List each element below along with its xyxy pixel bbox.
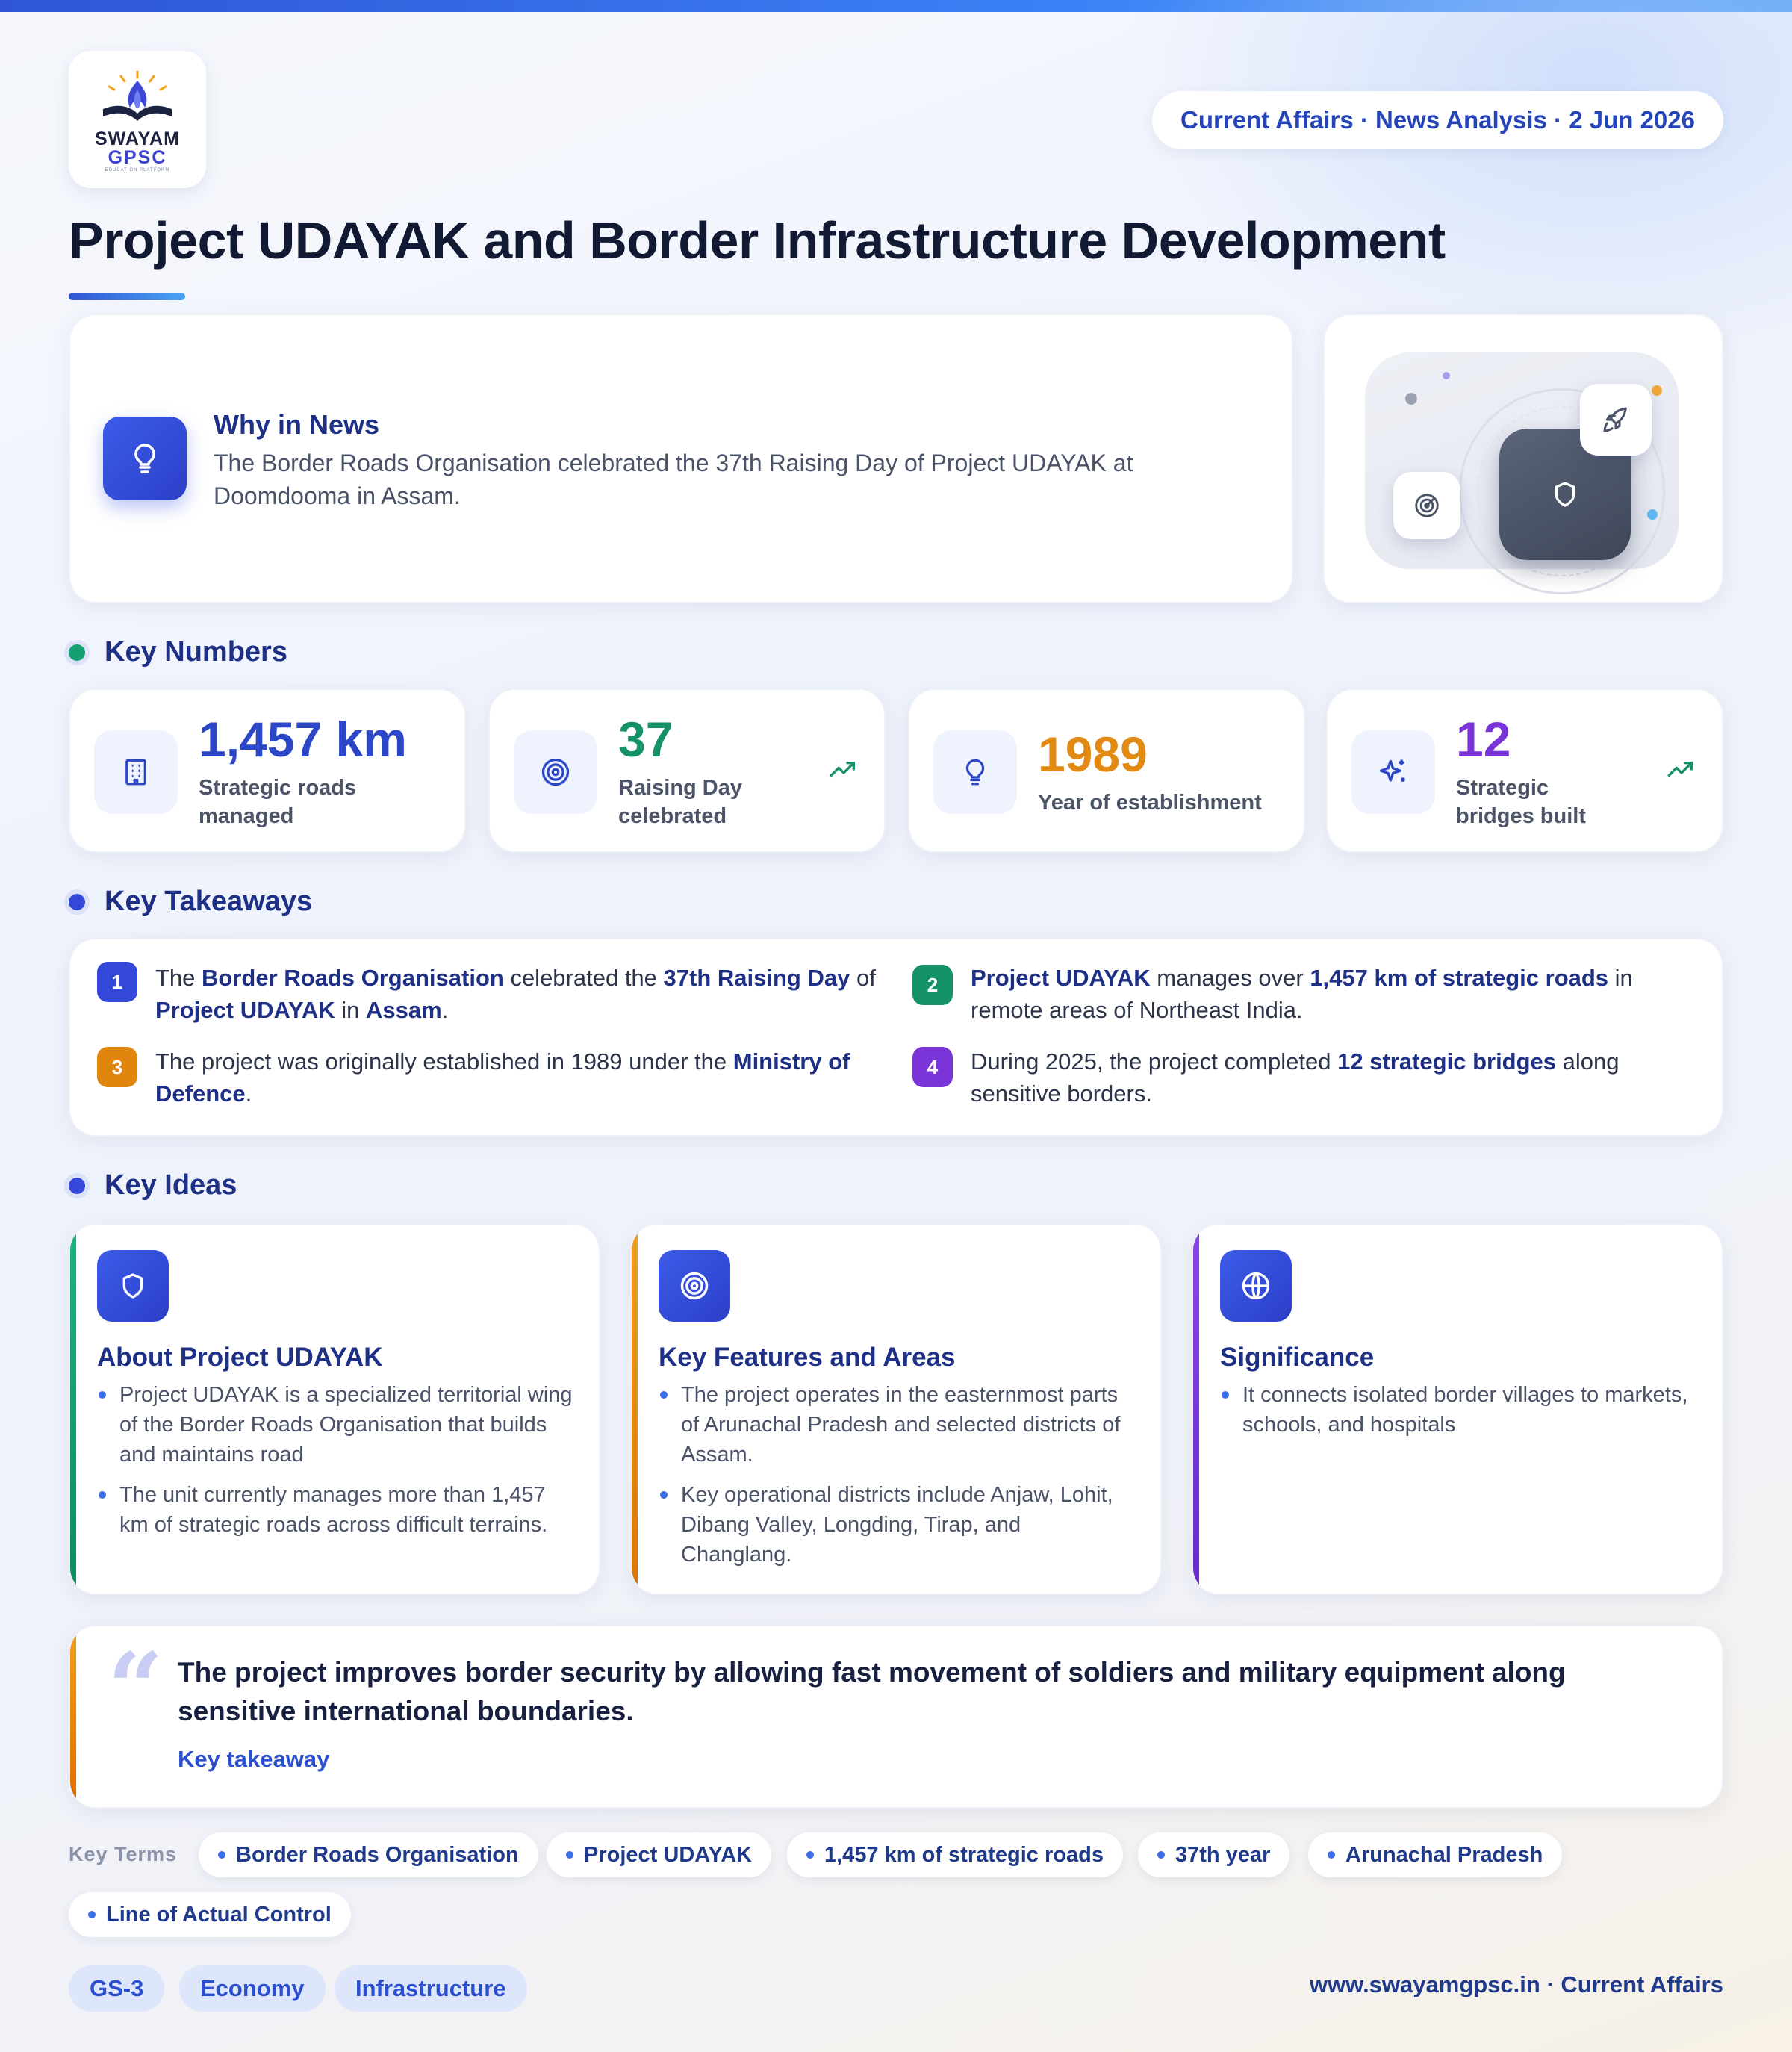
why-in-news-text: The Border Roads Organisation celebrated… — [214, 450, 1133, 509]
building-icon — [94, 730, 178, 814]
stat-card-year: 1989 Year of establishment — [908, 688, 1305, 853]
trending-up-icon — [830, 762, 855, 777]
list-item: It connects isolated border villages to … — [1220, 1380, 1698, 1440]
stat-label: Raising Day celebrated — [618, 776, 742, 828]
logo-tagline: EDUCATION PLATFORM — [105, 167, 170, 172]
takeaway-number: 3 — [97, 1047, 137, 1087]
stat-card-bridges: 12 Strategic bridges built — [1326, 688, 1723, 853]
idea-card-significance: Significance It connects isolated border… — [1192, 1223, 1723, 1595]
stat-card-raising-day: 37 Raising Day celebrated — [488, 688, 886, 853]
stat-value: 37 — [618, 712, 673, 767]
title-underline — [69, 293, 185, 300]
key-term-chip: Border Roads Organisation — [199, 1832, 538, 1877]
footer-website: www.swayamgpsc.in · Current Affairs — [1309, 1971, 1723, 1997]
idea-card-points: Project UDAYAK is a specialized territor… — [97, 1380, 575, 1550]
stat-label: Strategic roads managed — [199, 776, 357, 828]
illustration-card — [1323, 314, 1723, 603]
swayam-gpsc-logo: SWAYAM GPSC EDUCATION PLATFORM — [69, 51, 206, 188]
key-term-chip: Line of Actual Control — [69, 1892, 351, 1937]
stat-card-roads: 1,457 km Strategic roads managed — [69, 688, 466, 853]
target-icon — [659, 1250, 730, 1322]
lightbulb-icon — [933, 730, 1017, 814]
why-in-news-heading: Why in News — [214, 409, 380, 440]
stat-value: 12 — [1456, 712, 1511, 767]
takeaway-number: 1 — [97, 962, 137, 1002]
list-item: The project operates in the easternmost … — [659, 1380, 1136, 1470]
decor-dot — [1405, 393, 1417, 405]
radar-icon — [1393, 472, 1460, 539]
quote-mark-icon: “ — [108, 1631, 164, 1745]
sparkles-icon — [1351, 730, 1435, 814]
target-icon — [514, 730, 597, 814]
key-term-chip: Project UDAYAK — [547, 1832, 772, 1877]
takeaway-item: During 2025, the project completed 12 st… — [971, 1048, 1620, 1107]
idea-card-title: Significance — [1220, 1343, 1375, 1372]
quote-text: The project improves border security by … — [178, 1657, 1566, 1726]
section-heading-key-ideas: Key Ideas — [69, 1169, 237, 1201]
idea-card-points: It connects isolated border villages to … — [1220, 1380, 1698, 1450]
page-title: Project UDAYAK and Border Infrastructure… — [69, 211, 1446, 270]
key-takeaway-quote: “ The project improves border security b… — [69, 1625, 1723, 1809]
list-item: The unit currently manages more than 1,4… — [97, 1480, 575, 1540]
section-heading-key-takeaways: Key Takeaways — [69, 886, 312, 918]
idea-card-title: Key Features and Areas — [659, 1343, 956, 1372]
meta-pill: Current Affairs · News Analysis · 2 Jun … — [1152, 91, 1723, 149]
idea-card-title: About Project UDAYAK — [97, 1343, 383, 1372]
rocket-icon — [1580, 384, 1652, 456]
decor-dot — [1443, 372, 1450, 379]
stat-value: 1989 — [1038, 727, 1148, 782]
logo-flame-book-icon — [103, 70, 172, 121]
why-in-news-card: Why in News The Border Roads Organisatio… — [69, 314, 1293, 603]
key-term-chip: Arunachal Pradesh — [1308, 1832, 1563, 1877]
idea-card-features: Key Features and Areas The project opera… — [630, 1223, 1162, 1595]
lightbulb-icon — [103, 417, 187, 500]
takeaway-number: 4 — [912, 1047, 953, 1087]
shield-icon — [97, 1250, 169, 1322]
key-term-chip: 1,457 km of strategic roads — [787, 1832, 1123, 1877]
tag-chip: GS-3 — [69, 1965, 165, 2012]
quote-label: Key takeaway — [178, 1746, 330, 1772]
logo-word-gpsc: GPSC — [108, 146, 167, 168]
takeaway-number: 2 — [912, 965, 953, 1005]
globe-icon — [1220, 1250, 1292, 1322]
tag-chip: Infrastructure — [335, 1965, 527, 2012]
idea-card-points: The project operates in the easternmost … — [659, 1380, 1136, 1580]
key-terms-label: Key Terms — [69, 1843, 178, 1865]
takeaway-item: The Border Roads Organisation celebrated… — [155, 965, 876, 1023]
idea-card-about: About Project UDAYAK Project UDAYAK is a… — [69, 1223, 600, 1595]
trending-up-icon — [1667, 762, 1693, 777]
takeaway-item: Project UDAYAK manages over 1,457 km of … — [971, 965, 1633, 1023]
decor-dot — [1652, 385, 1662, 396]
stat-value: 1,457 km — [199, 712, 407, 767]
key-term-chip: 37th year — [1138, 1832, 1290, 1877]
decor-dot — [1647, 509, 1658, 520]
takeaways-card: 1 The Border Roads Organisation celebrat… — [69, 938, 1723, 1137]
stat-label: Year of establishment — [1038, 791, 1262, 815]
list-item: Key operational districts include Anjaw,… — [659, 1480, 1136, 1570]
list-item: Project UDAYAK is a specialized territor… — [97, 1380, 575, 1470]
stat-label: Strategic bridges built — [1456, 776, 1586, 828]
tag-chip: Economy — [179, 1965, 326, 2012]
takeaway-item: The project was originally established i… — [155, 1048, 850, 1107]
illustration-backdrop — [1365, 352, 1679, 594]
section-heading-key-numbers: Key Numbers — [69, 636, 287, 668]
